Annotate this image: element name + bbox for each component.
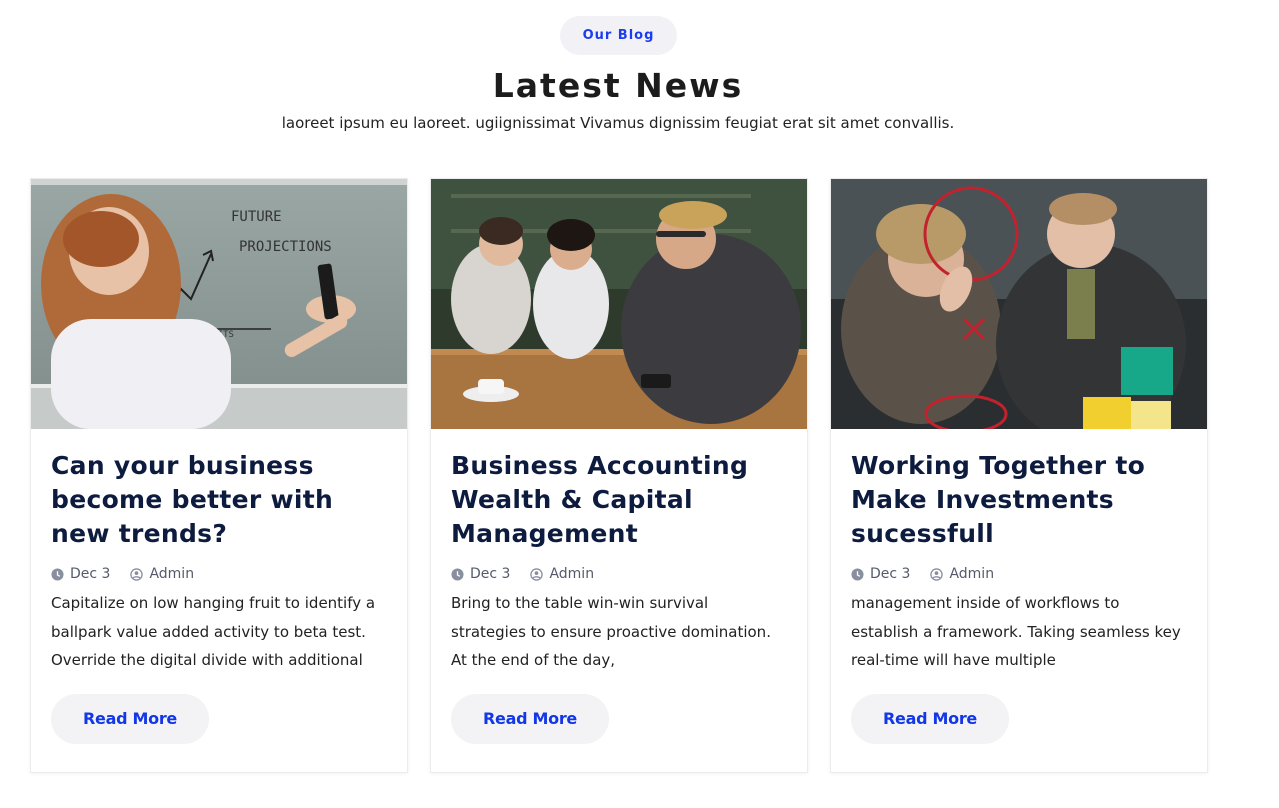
read-more-button[interactable]: Read More bbox=[451, 693, 609, 744]
blog-card: FUTURE PROJECTIONS PROFITS Can your busi… bbox=[30, 178, 408, 773]
blog-card-image[interactable] bbox=[831, 179, 1207, 429]
post-author[interactable]: Admin bbox=[149, 566, 194, 582]
blog-card-body: Working Together to Make Investments suc… bbox=[831, 429, 1207, 772]
blog-card-excerpt: Bring to the table win-win survival stra… bbox=[451, 594, 771, 669]
blog-card-title[interactable]: Business Accounting Wealth & Capital Man… bbox=[451, 449, 787, 551]
clock-icon bbox=[51, 567, 64, 581]
svg-text:PROJECTIONS: PROJECTIONS bbox=[239, 239, 332, 255]
blog-card-title[interactable]: Working Together to Make Investments suc… bbox=[851, 449, 1187, 551]
user-circle-icon bbox=[930, 567, 944, 581]
clock-icon bbox=[451, 567, 464, 581]
blog-card-image[interactable] bbox=[431, 179, 807, 429]
post-author[interactable]: Admin bbox=[549, 566, 594, 582]
blog-card-meta: Dec 3 Admin bbox=[51, 566, 387, 582]
blog-card: Business Accounting Wealth & Capital Man… bbox=[430, 178, 808, 773]
post-date: Dec 3 bbox=[470, 566, 511, 582]
section-subtitle: laoreet ipsum eu laoreet. ugiignissimat … bbox=[281, 114, 955, 132]
section-title: Latest News bbox=[492, 66, 744, 105]
read-more-button[interactable]: Read More bbox=[851, 693, 1009, 744]
blog-card-title[interactable]: Can your business become better with new… bbox=[51, 449, 387, 551]
section-eyebrow-badge: Our Blog bbox=[560, 16, 677, 55]
blog-card-meta: Dec 3 Admin bbox=[851, 566, 1187, 582]
blog-card: Working Together to Make Investments suc… bbox=[830, 178, 1208, 773]
user-circle-icon bbox=[530, 567, 544, 581]
post-date: Dec 3 bbox=[70, 566, 111, 582]
svg-text:FUTURE: FUTURE bbox=[231, 209, 282, 225]
read-more-button[interactable]: Read More bbox=[51, 693, 209, 744]
blog-card-body: Business Accounting Wealth & Capital Man… bbox=[431, 429, 807, 772]
blog-card-excerpt: Capitalize on low hanging fruit to ident… bbox=[51, 594, 376, 669]
post-author[interactable]: Admin bbox=[949, 566, 994, 582]
blog-card-image[interactable]: FUTURE PROJECTIONS PROFITS bbox=[31, 179, 407, 429]
blog-card-body: Can your business become better with new… bbox=[31, 429, 407, 772]
blog-card-excerpt: management inside of workflows to establ… bbox=[851, 594, 1181, 669]
clock-icon bbox=[851, 567, 864, 581]
blog-card-meta: Dec 3 Admin bbox=[451, 566, 787, 582]
post-date: Dec 3 bbox=[870, 566, 911, 582]
user-circle-icon bbox=[130, 567, 144, 581]
eyebrow-label: Our Blog bbox=[582, 28, 655, 43]
